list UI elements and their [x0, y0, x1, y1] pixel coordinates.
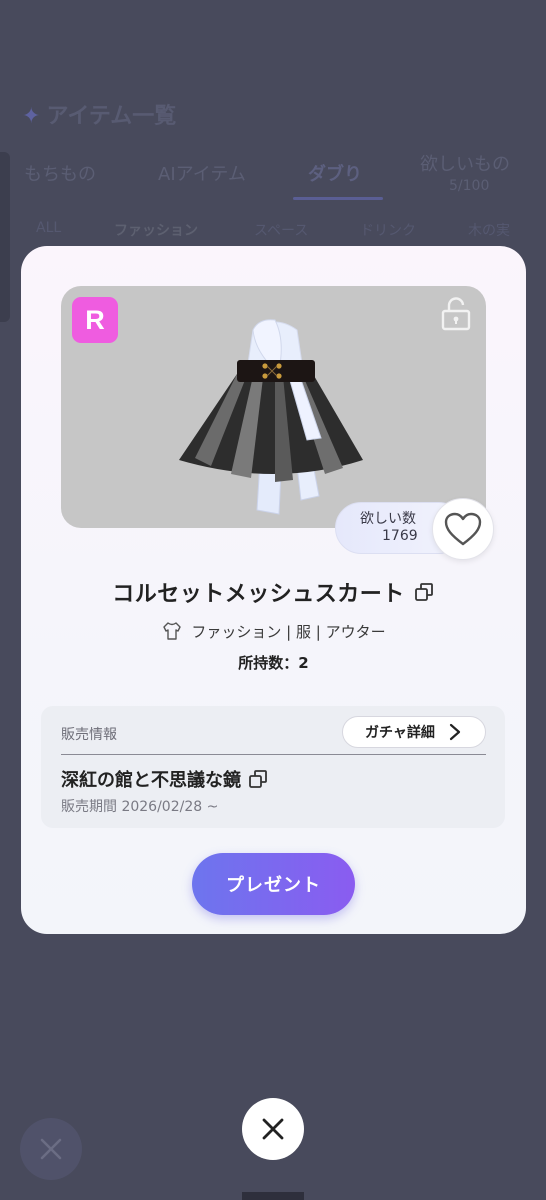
- wish-count-label: 欲しい数: [360, 511, 416, 527]
- copy-icon[interactable]: [247, 768, 269, 790]
- sales-info-label: 販売情報: [61, 727, 117, 743]
- sales-info-panel: 販売情報 ガチャ詳細 深紅の館と不思議な鏡 販売期間 2026/02/28 ~: [41, 706, 505, 828]
- item-name-row: コルセットメッシュスカート: [21, 576, 526, 608]
- wish-count-value: 1769: [382, 528, 418, 544]
- sparkle-icon: ✦: [22, 104, 41, 129]
- shirt-icon: [163, 622, 182, 640]
- bottom-nav-hint: [242, 1192, 304, 1200]
- active-tab-indicator: [293, 197, 383, 200]
- tab-ai-items[interactable]: AIアイテム: [158, 160, 246, 186]
- side-panel-edge: [0, 152, 10, 322]
- filter-chip-drink[interactable]: ドリンク: [360, 220, 416, 240]
- gacha-detail-label: ガチャ詳細: [365, 725, 435, 741]
- item-category: ファッション | 服 | アウター: [191, 622, 386, 641]
- gacha-name-row: 深紅の館と不思議な鏡: [61, 766, 269, 792]
- close-icon: [262, 1118, 284, 1140]
- close-icon: [40, 1138, 62, 1160]
- item-category-row: ファッション | 服 | アウター: [21, 620, 526, 642]
- wish-heart-button[interactable]: [432, 498, 494, 560]
- sales-divider: [61, 754, 486, 755]
- filter-chip-all[interactable]: ALL: [36, 220, 61, 236]
- wishlist-count: 5/100: [449, 178, 490, 194]
- copy-icon[interactable]: [413, 581, 435, 603]
- close-modal-button[interactable]: [242, 1098, 304, 1160]
- item-preview: R: [61, 286, 486, 528]
- gacha-name: 深紅の館と不思議な鏡: [61, 770, 241, 791]
- background-close-button[interactable]: [20, 1118, 82, 1180]
- filter-chip-space[interactable]: スペース: [254, 220, 308, 240]
- gacha-detail-button[interactable]: ガチャ詳細: [342, 716, 486, 748]
- heart-icon: [444, 512, 482, 546]
- lock-icon[interactable]: [438, 296, 474, 332]
- item-detail-modal: R 欲しい数 1769 コルセットメッシュスカート ファッション | 服 | ア…: [21, 246, 526, 934]
- sales-period: 販売期間 2026/02/28 ~: [61, 799, 219, 815]
- item-name: コルセットメッシュスカート: [112, 582, 405, 607]
- skirt-image: [179, 319, 363, 515]
- tab-mochimono[interactable]: もちもの: [24, 160, 96, 186]
- filter-chip-nuts[interactable]: 木の実: [468, 220, 510, 240]
- tab-duplicates[interactable]: ダブり: [308, 160, 362, 186]
- rarity-badge: R: [72, 297, 118, 343]
- present-button[interactable]: プレゼント: [192, 853, 355, 915]
- filter-chip-fashion[interactable]: ファッション: [114, 220, 198, 240]
- tab-wishlist[interactable]: 欲しいもの: [420, 150, 510, 176]
- chevron-right-icon: [449, 723, 460, 741]
- page-title: ✦ アイテム一覧: [22, 104, 177, 129]
- owned-count: 所持数：2: [238, 654, 309, 672]
